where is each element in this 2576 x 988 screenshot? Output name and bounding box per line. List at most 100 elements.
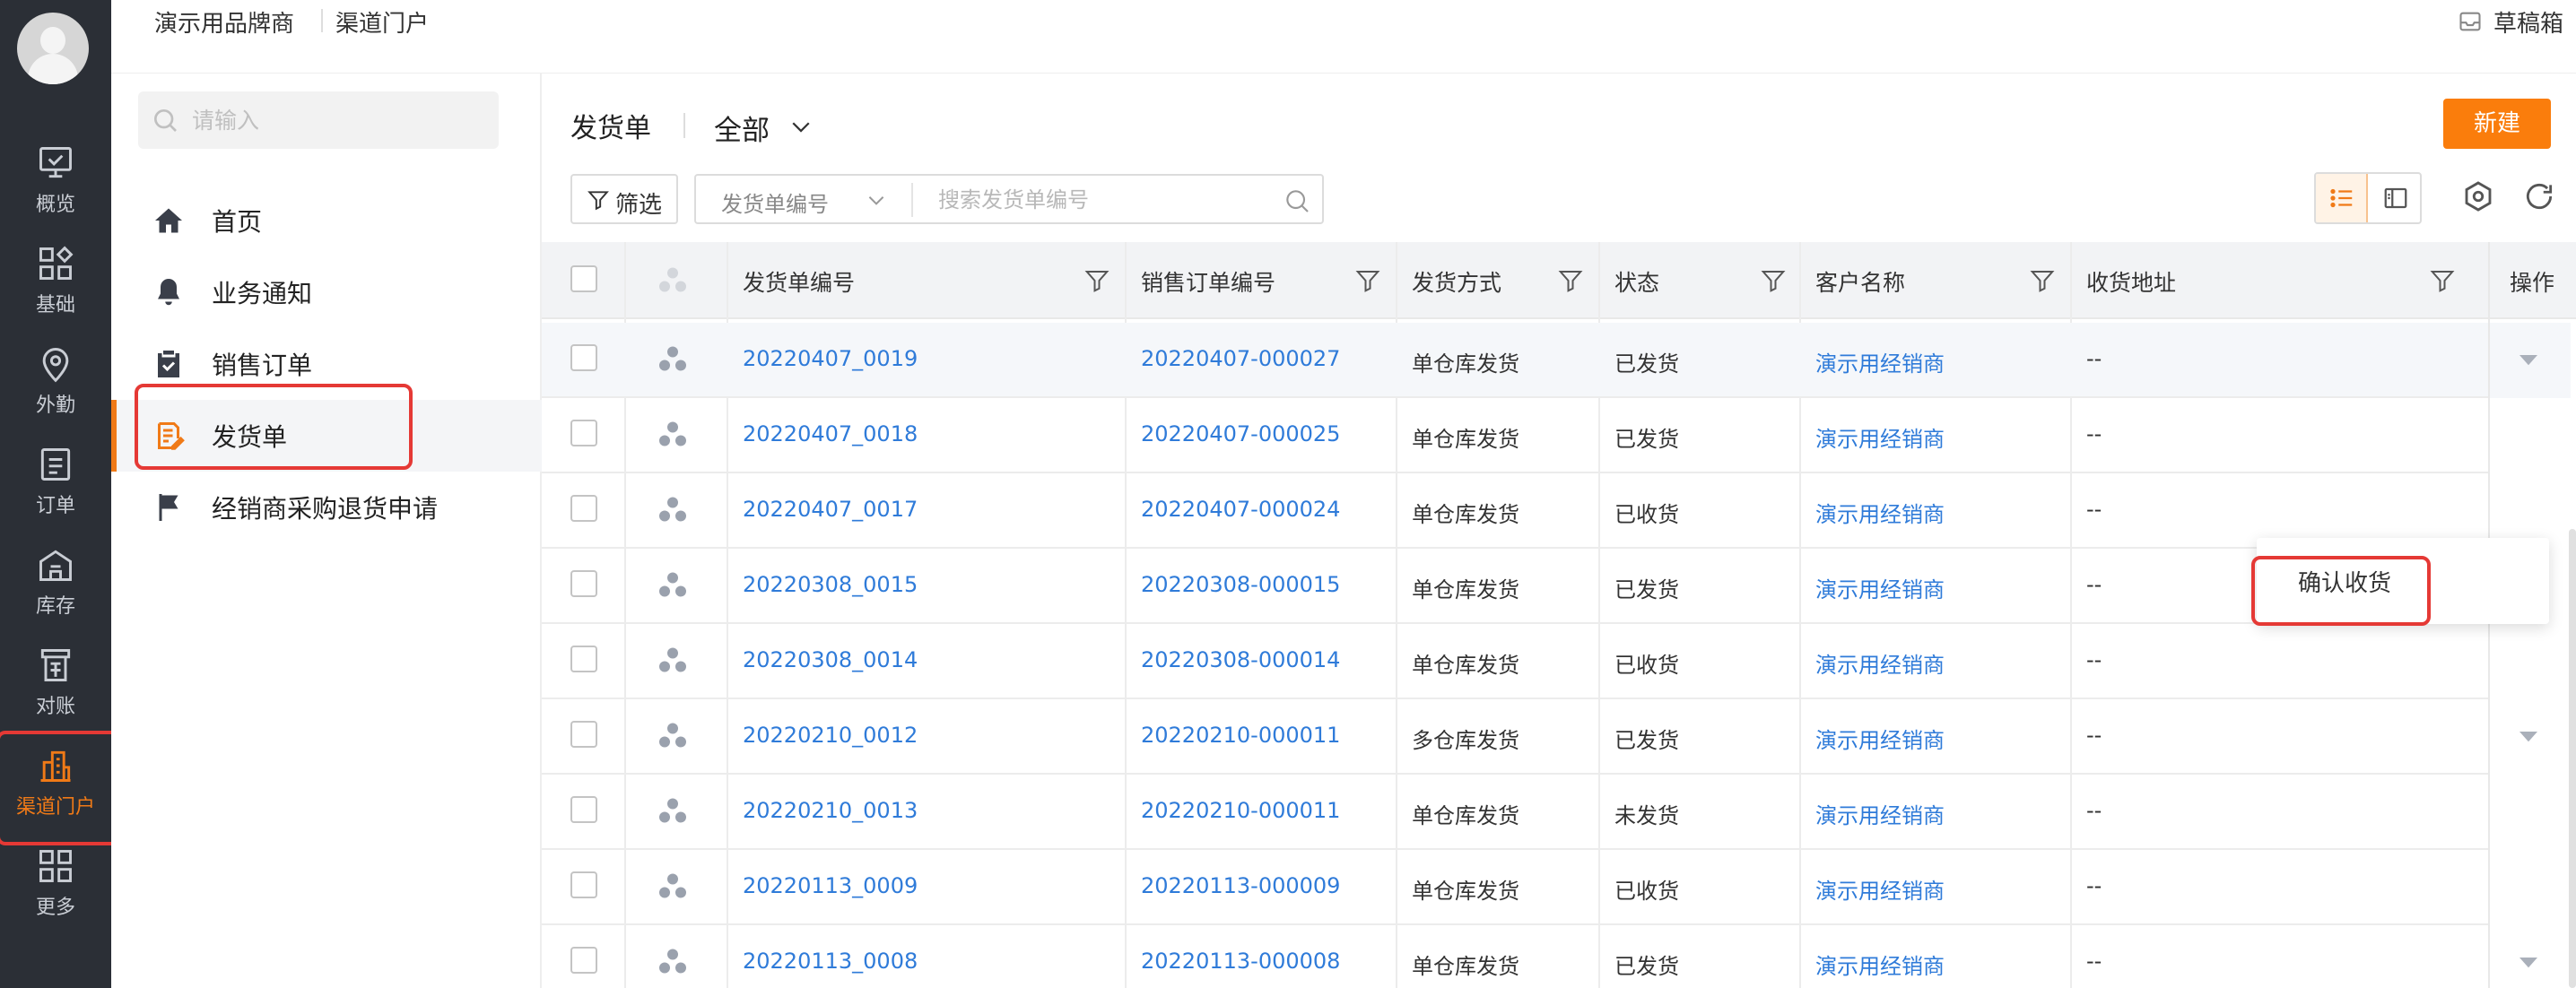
search-icon[interactable] [1283,186,1311,215]
sales-order-link[interactable]: 20220308-000015 [1141,572,1340,597]
address-text: -- [2086,497,2102,522]
status-text: 已收货 [1614,653,1679,678]
delivery-no-link[interactable]: 20220210_0013 [743,798,918,823]
sales-order-link[interactable]: 20220113-000008 [1141,949,1340,974]
delivery-no-link[interactable]: 20220308_0014 [743,647,918,672]
row-checkbox[interactable] [570,721,597,748]
sales-order-link[interactable]: 20220407-000027 [1141,346,1340,371]
select-all-checkbox[interactable] [570,265,597,292]
customer-link[interactable]: 演示用经销商 [1815,949,1945,980]
row-checkbox[interactable] [570,570,597,597]
customer-link[interactable]: 演示用经销商 [1815,798,1945,829]
filter-icon[interactable] [2429,267,2456,294]
shipping-method: 单仓库发货 [1412,879,1519,904]
address-text: -- [2086,647,2102,672]
table-row[interactable]: 20220407_0019 20220407-000027 单仓库发货 已发货 演示用经… [542,323,2576,398]
sidebar-item-notifications[interactable]: 业务通知 [111,256,542,328]
scope-dropdown[interactable]: 全部 [714,108,810,148]
sidebar-item-home[interactable]: 首页 [111,185,542,256]
table-row[interactable]: 20220113_0009 20220113-000009 单仓库发货 已收货 演示用经… [542,850,2576,925]
rail-label: 更多 [35,897,75,919]
customer-link[interactable]: 演示用经销商 [1815,873,1945,905]
list-view-button[interactable] [2316,174,2368,222]
delivery-no-link[interactable]: 20220113_0009 [743,873,918,898]
rail-item-more[interactable]: 更多 [0,837,111,936]
row-checkbox[interactable] [570,495,597,522]
table-row[interactable]: 20220308_0014 20220308-000014 单仓库发货 已收货 演示用经… [542,624,2576,699]
sales-order-link[interactable]: 20220407-000024 [1141,497,1340,522]
status-text: 已发货 [1614,728,1679,753]
delivery-no-link[interactable]: 20220407_0017 [743,497,918,522]
delivery-no-link[interactable]: 20220308_0015 [743,572,918,597]
sales-order-link[interactable]: 20220113-000009 [1141,873,1340,898]
rail-item-overview[interactable]: 概览 [0,134,111,233]
customer-link[interactable]: 演示用经销商 [1815,346,1945,377]
brand-name[interactable]: 演示用品牌商 [154,5,294,39]
status-text: 已发货 [1614,577,1679,602]
table-row[interactable]: 20220407_0018 20220407-000025 单仓库发货 已发货 演示用经… [542,398,2576,473]
divider [321,9,323,32]
row-checkbox[interactable] [570,420,597,446]
sales-order-link[interactable]: 20220210-000011 [1141,723,1340,748]
drafts-button[interactable]: 草稿箱 [2459,5,2563,39]
filter-icon[interactable] [1354,267,1381,294]
sidebar-search[interactable] [138,91,499,149]
chevron-down-icon[interactable] [865,188,888,212]
customer-link[interactable]: 演示用经销商 [1815,572,1945,603]
rail-item-orders[interactable]: 订单 [0,436,111,534]
delivery-no-link[interactable]: 20220407_0019 [743,346,918,371]
settings-icon[interactable] [2461,179,2495,213]
operations-cell [2490,323,2571,398]
filter-icon[interactable] [1557,267,1584,294]
avatar[interactable] [17,13,89,84]
refresh-icon[interactable] [2522,179,2556,213]
group-icon [657,418,689,450]
rail-label: 库存 [35,595,75,618]
filter-icon[interactable] [1083,267,1110,294]
status-text: 已发货 [1614,954,1679,979]
table-row[interactable]: 20220210_0012 20220210-000011 多仓库发货 已发货 演示用经… [542,699,2576,775]
customer-link[interactable]: 演示用经销商 [1815,647,1945,679]
filter-icon[interactable] [2029,267,2056,294]
filter-icon[interactable] [1760,267,1787,294]
customer-link[interactable]: 演示用经销商 [1815,723,1945,754]
search-field-select[interactable]: 发货单编号 [721,186,829,218]
rail-item-field[interactable]: 外勤 [0,335,111,434]
sidebar-search-input[interactable] [192,100,479,140]
location-pin-icon [42,348,69,383]
row-checkbox[interactable] [570,947,597,974]
table-row[interactable]: 20220210_0013 20220210-000011 单仓库发货 未发货 演示用经… [542,775,2576,850]
sales-order-link[interactable]: 20220308-000014 [1141,647,1340,672]
caret-down-icon[interactable] [2515,949,2542,975]
row-checkbox[interactable] [570,796,597,823]
delivery-no-link[interactable]: 20220210_0012 [743,723,918,748]
rail-item-inventory[interactable]: 库存 [0,536,111,635]
panel-view-button[interactable] [2370,174,2420,222]
rail-item-basics[interactable]: 基础 [0,235,111,334]
sales-order-link[interactable]: 20220210-000011 [1141,798,1340,823]
table-row[interactable]: 20220113_0008 20220113-000008 单仓库发货 已发货 演示用经… [542,925,2576,988]
search-input[interactable] [938,181,1261,219]
delivery-table: 发货单编号 销售订单编号 发货方式 状态 客户名称 收货地址 20220407_… [542,242,2576,988]
delivery-no-link[interactable]: 20220407_0018 [743,421,918,446]
row-checkbox[interactable] [570,871,597,898]
sidebar-item-dealer-return[interactable]: 经销商采购退货申请 [111,472,542,543]
search-icon [154,108,177,132]
breadcrumb[interactable]: 渠道门户 [335,5,429,39]
caret-down-icon[interactable] [2515,346,2542,373]
filter-button[interactable]: 筛选 [570,174,678,224]
row-checkbox[interactable] [570,344,597,371]
group-icon [657,568,689,601]
address-text: -- [2086,572,2102,597]
rail-item-reconcile[interactable]: 对账 [0,637,111,735]
row-checkbox[interactable] [570,646,597,672]
customer-link[interactable]: 演示用经销商 [1815,497,1945,528]
customer-link[interactable]: 演示用经销商 [1815,421,1945,453]
column-header: 状态 [1598,242,1799,319]
sales-order-link[interactable]: 20220407-000025 [1141,421,1340,446]
new-button[interactable]: 新建 [2443,99,2551,149]
caret-down-icon[interactable] [2515,723,2542,750]
address-text: -- [2086,346,2102,371]
delivery-no-link[interactable]: 20220113_0008 [743,949,918,974]
sidebar-item-label: 首页 [212,207,263,237]
